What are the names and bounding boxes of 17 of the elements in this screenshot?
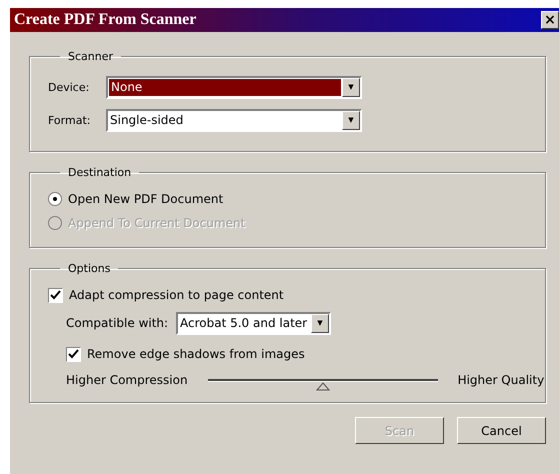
checkbox[interactable] (48, 288, 63, 302)
checkbox-label: Adapt compression to page content (69, 288, 284, 302)
close-button[interactable]: × (541, 11, 559, 29)
radio-button[interactable] (48, 192, 62, 206)
cancel-button[interactable]: Cancel (457, 417, 546, 444)
checkbox[interactable] (66, 346, 81, 362)
group-title: Options (67, 262, 112, 275)
group-title: Destination (67, 166, 132, 179)
radio-label: Open New PDF Document (68, 192, 224, 206)
field-label: Device: (48, 80, 90, 94)
slider-label: Higher Compression (66, 373, 188, 387)
slider-label: Higher Quality (458, 373, 544, 387)
group-title: Scanner (67, 50, 114, 63)
window-title: Create PDF From Scanner (14, 11, 196, 29)
field-label: Compatible with: (66, 316, 170, 330)
field-label: Format: (48, 114, 92, 126)
checkbox-label: Remove edge shadows from images (87, 347, 305, 361)
